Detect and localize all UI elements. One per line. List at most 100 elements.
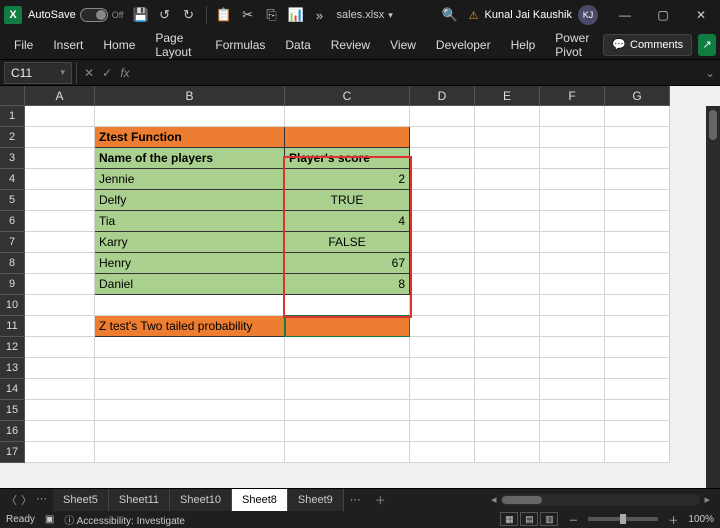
tab-formulas[interactable]: Formulas [205,30,275,60]
normal-view-button[interactable]: ▦ [500,512,518,526]
sheet-tab[interactable]: Sheet9 [288,489,344,511]
cell-B16[interactable] [95,421,285,442]
cell-F15[interactable] [540,400,605,421]
cell-A13[interactable] [25,358,95,379]
cell-C2[interactable] [285,127,410,148]
cell-B4[interactable]: Jennie [95,169,285,190]
cell-B11[interactable]: Z test's Two tailed probability [95,316,285,337]
cell-G7[interactable] [605,232,670,253]
tab-power-pivot[interactable]: Power Pivot [545,30,603,60]
cell-D6[interactable] [410,211,475,232]
cell-G14[interactable] [605,379,670,400]
cell-F3[interactable] [540,148,605,169]
cell-D8[interactable] [410,253,475,274]
chart-icon[interactable]: 📊 [287,6,305,24]
row-header[interactable]: 11 [0,316,25,337]
row-header[interactable]: 14 [0,379,25,400]
cell-B9[interactable]: Daniel [95,274,285,295]
column-header[interactable]: A [25,86,95,106]
cell-D2[interactable] [410,127,475,148]
row-header[interactable]: 15 [0,400,25,421]
cell-F9[interactable] [540,274,605,295]
maximize-button[interactable]: ▢ [644,0,682,30]
cell-F16[interactable] [540,421,605,442]
cell-D11[interactable] [410,316,475,337]
cell-E1[interactable] [475,106,540,127]
cell-D10[interactable] [410,295,475,316]
cell-B1[interactable] [95,106,285,127]
cell-G13[interactable] [605,358,670,379]
cell-C1[interactable] [285,106,410,127]
cell-A12[interactable] [25,337,95,358]
cell-C17[interactable] [285,442,410,463]
sheet-tab[interactable]: Sheet10 [170,489,232,511]
row-header[interactable]: 10 [0,295,25,316]
enter-formula-icon[interactable]: ✓ [99,66,115,80]
cell-F2[interactable] [540,127,605,148]
cell-E10[interactable] [475,295,540,316]
sheet-tab[interactable]: Sheet8 [232,489,288,511]
row-header[interactable]: 5 [0,190,25,211]
row-header[interactable]: 3 [0,148,25,169]
tab-insert[interactable]: Insert [43,30,93,60]
row-header[interactable]: 2 [0,127,25,148]
cell-B2[interactable]: Ztest Function [95,127,285,148]
cell-A10[interactable] [25,295,95,316]
row-header[interactable]: 17 [0,442,25,463]
horizontal-scrollbar[interactable] [500,494,700,506]
macro-record-icon[interactable]: ▣ [45,514,54,525]
toggle-switch-icon[interactable] [80,8,108,22]
column-header[interactable]: G [605,86,670,106]
overflow-icon[interactable]: » [311,6,329,24]
cell-A11[interactable] [25,316,95,337]
column-header[interactable]: F [540,86,605,106]
row-header[interactable]: 12 [0,337,25,358]
row-header[interactable]: 9 [0,274,25,295]
tab-view[interactable]: View [380,30,426,60]
cell-C4[interactable]: 2 [285,169,410,190]
cell-B17[interactable] [95,442,285,463]
cell-E7[interactable] [475,232,540,253]
cell-D3[interactable] [410,148,475,169]
column-header[interactable]: E [475,86,540,106]
cell-C3[interactable]: Player's score [285,148,410,169]
cell-B14[interactable] [95,379,285,400]
cell-B13[interactable] [95,358,285,379]
cell-E5[interactable] [475,190,540,211]
cell-A2[interactable] [25,127,95,148]
column-header[interactable]: D [410,86,475,106]
cell-F5[interactable] [540,190,605,211]
cell-A7[interactable] [25,232,95,253]
cell-B6[interactable]: Tia [95,211,285,232]
cell-A16[interactable] [25,421,95,442]
cell-B12[interactable] [95,337,285,358]
cell-E16[interactable] [475,421,540,442]
user-account[interactable]: ⚠ Kunal Jai Kaushik KJ [469,5,598,25]
cell-F11[interactable] [540,316,605,337]
cell-G5[interactable] [605,190,670,211]
cell-D15[interactable] [410,400,475,421]
cell-C7[interactable]: FALSE [285,232,410,253]
sheet-tab[interactable]: Sheet11 [109,489,170,511]
cell-D14[interactable] [410,379,475,400]
cell-C8[interactable]: 67 [285,253,410,274]
cell-G9[interactable] [605,274,670,295]
scroll-right-icon[interactable]: ▸ [700,493,714,506]
cell-A9[interactable] [25,274,95,295]
select-all-corner[interactable] [0,86,25,106]
cell-F8[interactable] [540,253,605,274]
search-icon[interactable]: 🔍 [441,6,459,24]
cell-F7[interactable] [540,232,605,253]
fx-icon[interactable]: fx [117,66,133,80]
tab-help[interactable]: Help [501,30,546,60]
cell-E12[interactable] [475,337,540,358]
comments-button[interactable]: 💬 Comments [603,34,692,56]
cell-C14[interactable] [285,379,410,400]
cell-D9[interactable] [410,274,475,295]
cell-G1[interactable] [605,106,670,127]
tab-file[interactable]: File [4,30,43,60]
page-layout-view-button[interactable]: ▤ [520,512,538,526]
cell-A6[interactable] [25,211,95,232]
cell-A8[interactable] [25,253,95,274]
share-button[interactable]: ↗ [698,34,716,56]
